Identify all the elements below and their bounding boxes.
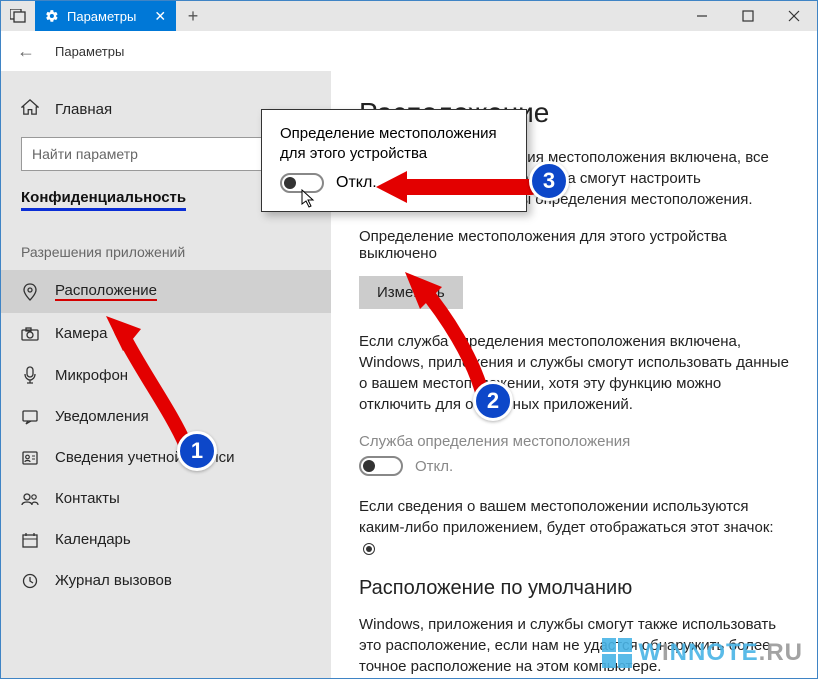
tab-close-icon[interactable]: ✕ <box>154 8 166 25</box>
sidebar-item-label: Расположение <box>55 282 157 301</box>
location-indicator-icon <box>363 543 375 555</box>
sidebar-item-label: Журнал вызовов <box>55 572 172 589</box>
location-status: Определение местоположения для этого уст… <box>359 228 789 262</box>
sidebar-subheading: Разрешения приложений <box>1 218 331 270</box>
call-history-icon <box>21 573 39 589</box>
back-icon[interactable]: ← <box>17 41 35 62</box>
popup-text: Определение местоположения для этого уст… <box>280 124 508 163</box>
cursor-icon <box>301 189 317 214</box>
breadcrumb-label: Параметры <box>55 44 124 59</box>
new-tab-button[interactable]: + <box>176 1 210 31</box>
home-icon <box>21 99 39 119</box>
sidebar-item-label: Контакты <box>55 490 120 507</box>
annotation-arrow-3 <box>371 167 541 207</box>
settings-window: Параметры ✕ + ← Параметры Главная Найти … <box>0 0 818 679</box>
sidebar-home-label: Главная <box>55 101 112 118</box>
tab-label: Параметры <box>67 9 136 24</box>
annotation-badge-3: 3 <box>529 161 569 201</box>
sidebar-item-label: Календарь <box>55 531 131 548</box>
icon-info-paragraph: Если сведения о вашем местоположении исп… <box>359 496 789 559</box>
watermark: WINNOTE.RU <box>602 638 803 668</box>
location-icon <box>21 283 39 301</box>
microphone-icon <box>21 366 39 384</box>
calendar-icon <box>21 532 39 548</box>
contacts-icon <box>21 492 39 506</box>
account-info-icon <box>21 450 39 466</box>
annotation-badge-2: 2 <box>473 381 513 421</box>
sidebar-item-contacts[interactable]: Контакты <box>1 478 331 519</box>
active-tab[interactable]: Параметры ✕ <box>35 1 176 31</box>
minimize-button[interactable] <box>679 1 725 31</box>
gear-icon <box>45 9 59 23</box>
sidebar-item-label: Камера <box>55 325 107 342</box>
default-location-heading: Расположение по умолчанию <box>359 577 789 600</box>
sidebar-item-location[interactable]: Расположение <box>1 270 331 313</box>
location-service-state: Откл. <box>415 458 453 475</box>
maximize-button[interactable] <box>725 1 771 31</box>
task-view-icon[interactable] <box>1 1 35 31</box>
camera-icon <box>21 327 39 341</box>
windows-logo-icon <box>602 638 632 668</box>
sidebar-section-privacy[interactable]: Конфиденциальность <box>1 189 206 218</box>
annotation-badge-1: 1 <box>177 431 217 471</box>
close-button[interactable] <box>771 1 817 31</box>
window-controls <box>679 1 817 31</box>
sidebar-item-call-history[interactable]: Журнал вызовов <box>1 560 331 601</box>
sidebar-item-calendar[interactable]: Календарь <box>1 519 331 560</box>
titlebar: Параметры ✕ + <box>1 1 817 31</box>
search-placeholder: Найти параметр <box>32 146 138 162</box>
breadcrumb: ← Параметры <box>1 31 817 71</box>
notifications-icon <box>21 409 39 425</box>
location-service-toggle <box>359 456 403 476</box>
location-service-label: Служба определения местоположения <box>359 433 789 450</box>
